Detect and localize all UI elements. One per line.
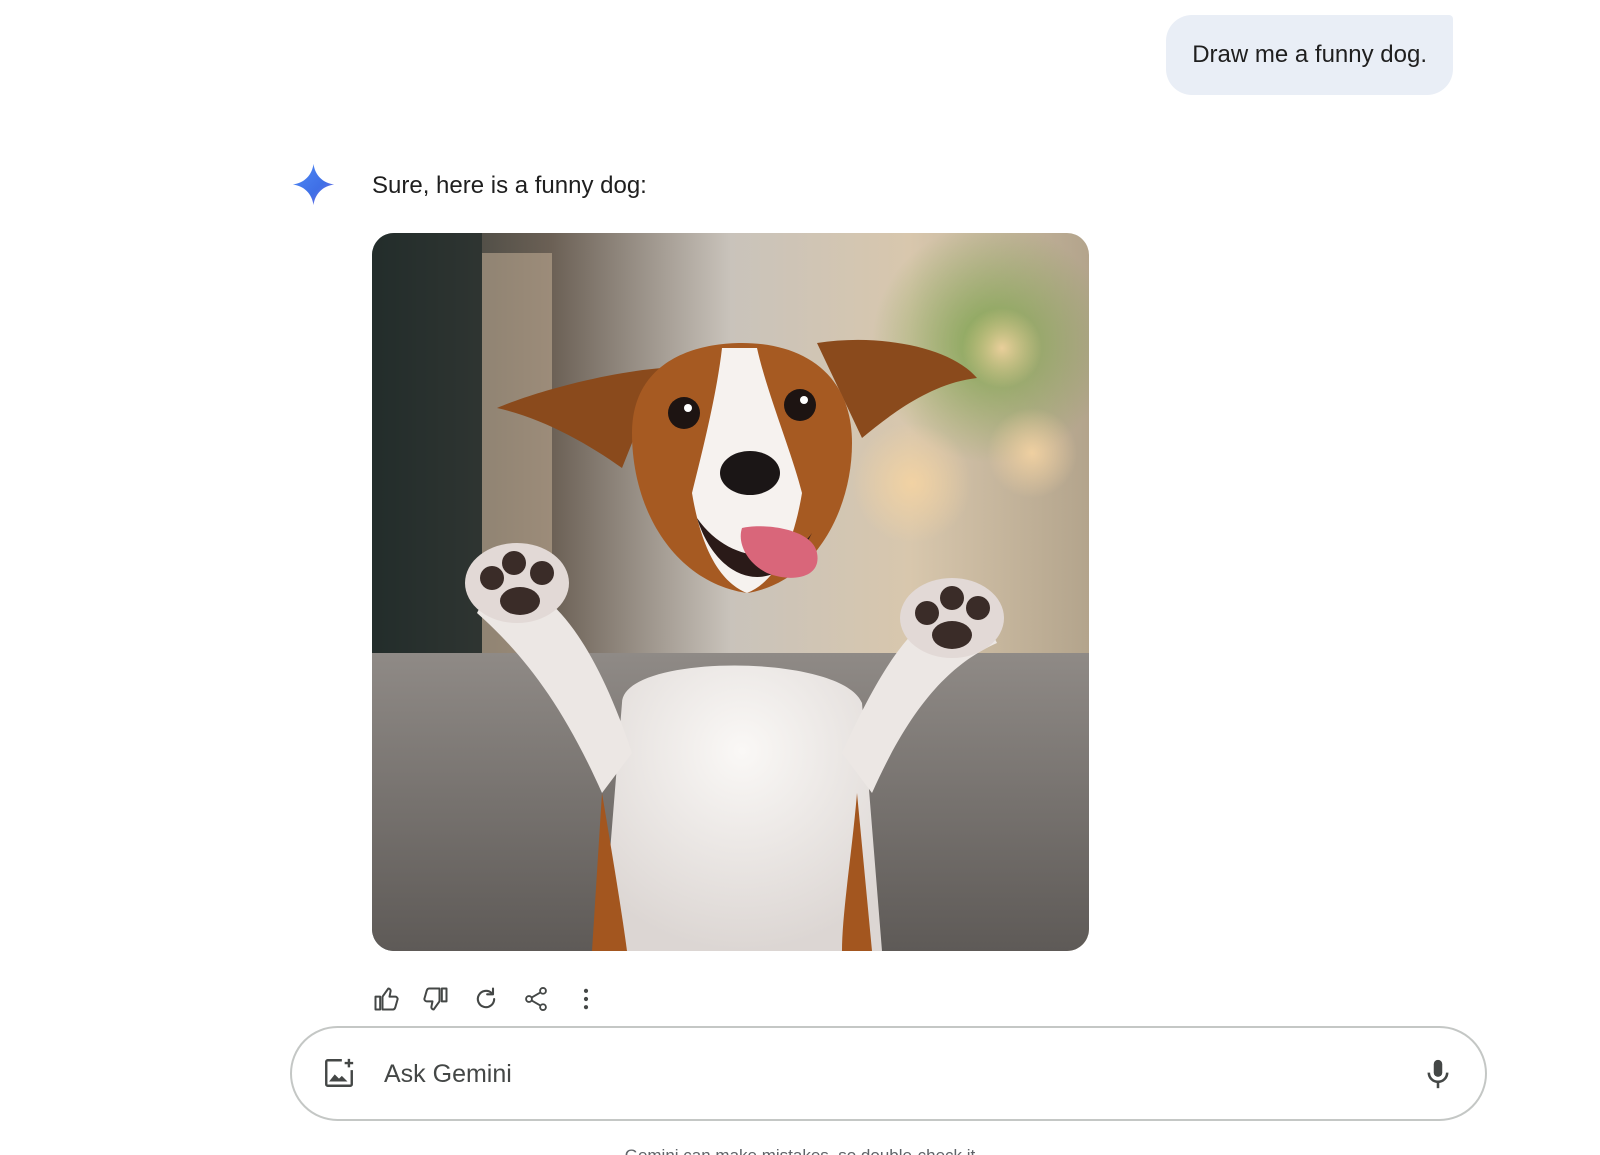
regenerate-icon bbox=[476, 987, 496, 1009]
user-prompt-bubble: Draw me a funny dog. bbox=[1166, 15, 1453, 95]
image-upload-icon[interactable] bbox=[322, 1056, 356, 1090]
thumbs-up-icon bbox=[374, 987, 399, 1011]
disclaimer-text: Gemini can make mistakes, so double-chec… bbox=[0, 1146, 1600, 1155]
prompt-input-bar bbox=[290, 1026, 1487, 1121]
more-options-button[interactable] bbox=[568, 981, 604, 1017]
response-text: Sure, here is a funny dog: bbox=[372, 172, 647, 199]
ask-gemini-input[interactable] bbox=[384, 1050, 1364, 1098]
thumbs-down-icon bbox=[423, 987, 448, 1011]
thumbs-up-button[interactable] bbox=[368, 981, 404, 1017]
share-icon bbox=[525, 986, 547, 1012]
generated-dog-image[interactable] bbox=[372, 233, 1089, 951]
gemini-chat-page: Draw me a funny dog. Sure, here is a fun… bbox=[0, 0, 1600, 1155]
regenerate-button[interactable] bbox=[468, 981, 504, 1017]
user-prompt-text: Draw me a funny dog. bbox=[1192, 41, 1427, 68]
more-vert-icon bbox=[583, 988, 589, 1010]
thumbs-down-button[interactable] bbox=[418, 981, 454, 1017]
share-button[interactable] bbox=[518, 981, 554, 1017]
response-actions bbox=[368, 981, 604, 1017]
gemini-sparkle-icon bbox=[292, 163, 335, 206]
mic-icon[interactable] bbox=[1421, 1056, 1455, 1092]
